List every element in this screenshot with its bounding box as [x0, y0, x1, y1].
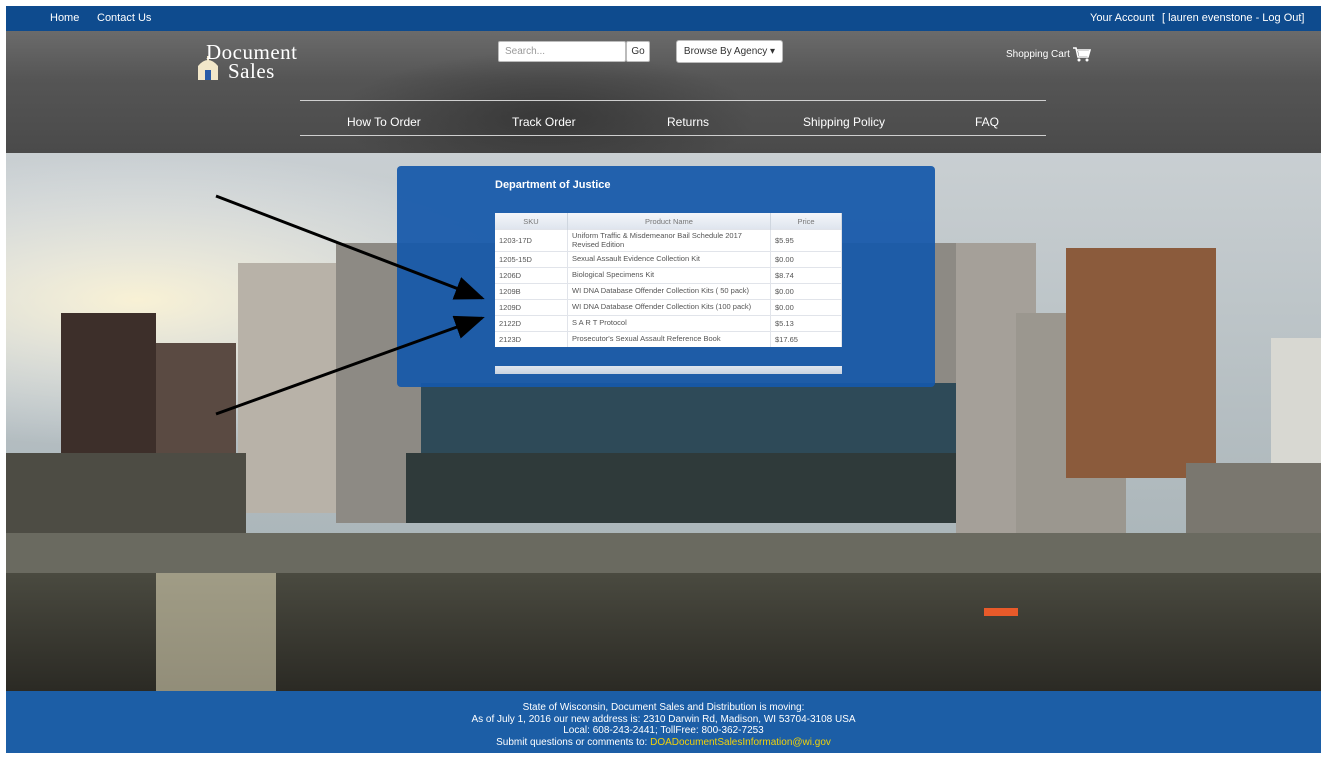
shopping-cart-link[interactable]: Shopping Cart: [1006, 47, 1091, 62]
site-header: Document Sales Search... Go Browse By Ag…: [6, 31, 1321, 161]
your-account-link[interactable]: Your Account: [1090, 12, 1154, 24]
product-name-link[interactable]: Uniform Traffic & Misdemeanor Bail Sched…: [567, 229, 771, 252]
footer-phone: Local: 608-243-2441; TollFree: 800-362-7…: [563, 725, 764, 736]
table-row[interactable]: 1209B WI DNA Database Offender Collectio…: [495, 283, 842, 300]
column-header-sku[interactable]: SKU: [495, 213, 568, 230]
footer-email-link[interactable]: DOADocumentSalesInformation@wi.gov: [650, 737, 831, 748]
search-input[interactable]: Search...: [498, 41, 626, 62]
nav-shipping-policy[interactable]: Shipping Policy: [803, 115, 885, 129]
product-name-link[interactable]: Biological Specimens Kit: [567, 267, 771, 284]
product-name-link[interactable]: WI DNA Database Offender Collection Kits…: [567, 283, 771, 300]
nav-how-to-order[interactable]: How To Order: [347, 115, 421, 129]
product-name-link[interactable]: WI DNA Database Offender Collection Kits…: [567, 299, 771, 316]
price-cell: $17.65: [770, 331, 842, 347]
department-panel: Department of Justice SKU Product Name P…: [397, 166, 935, 387]
contact-us-link[interactable]: Contact Us: [97, 12, 151, 24]
top-bar: Home Contact Us Your Account [ lauren ev…: [6, 6, 1321, 31]
shopping-cart-icon: [1072, 47, 1091, 62]
nav-returns[interactable]: Returns: [667, 115, 709, 129]
price-cell: $0.00: [770, 299, 842, 316]
product-name-link[interactable]: Prosecutor's Sexual Assault Reference Bo…: [567, 331, 771, 347]
table-row[interactable]: 1206D Biological Specimens Kit $8.74: [495, 267, 842, 284]
sku-cell: 1203-17D: [495, 229, 568, 252]
sku-cell: 2122D: [495, 315, 568, 332]
product-name-link[interactable]: S A R T Protocol: [567, 315, 771, 332]
page: Home Contact Us Your Account [ lauren ev…: [6, 6, 1321, 753]
nav-faq[interactable]: FAQ: [975, 115, 999, 129]
product-table: SKU Product Name Price 1203-17D Uniform …: [495, 213, 842, 347]
nav-top-divider: [300, 100, 1046, 101]
search-go-button[interactable]: Go: [626, 41, 650, 62]
logout-link[interactable]: [ lauren evenstone - Log Out]: [1162, 12, 1304, 24]
table-footer: [495, 366, 842, 374]
home-link[interactable]: Home: [50, 12, 79, 24]
footer-contact: Submit questions or comments to: DOADocu…: [6, 737, 1321, 749]
footer-address: As of July 1, 2016 our new address is: 2…: [471, 713, 856, 725]
sku-cell: 1205-15D: [495, 251, 568, 268]
sku-cell: 1209B: [495, 283, 568, 300]
department-title: Department of Justice: [495, 179, 611, 191]
price-cell: $0.00: [770, 251, 842, 268]
footer-contact-prefix: Submit questions or comments to:: [496, 736, 648, 748]
price-cell: $5.13: [770, 315, 842, 332]
sku-cell: 1206D: [495, 267, 568, 284]
site-footer: State of Wisconsin, Document Sales and D…: [6, 691, 1321, 753]
price-cell: $8.74: [770, 267, 842, 284]
table-row[interactable]: 1203-17D Uniform Traffic & Misdemeanor B…: [495, 229, 842, 252]
nav-bottom-divider: [300, 135, 1046, 136]
browse-by-agency-dropdown[interactable]: Browse By Agency ▾: [676, 40, 783, 63]
nav-track-order[interactable]: Track Order: [512, 115, 576, 129]
table-row[interactable]: 2123D Prosecutor's Sexual Assault Refere…: [495, 331, 842, 347]
column-header-product-name[interactable]: Product Name: [567, 213, 771, 230]
sku-cell: 1209D: [495, 299, 568, 316]
price-cell: $5.95: [770, 229, 842, 252]
product-name-link[interactable]: Sexual Assault Evidence Collection Kit: [567, 251, 771, 268]
shopping-cart-label: Shopping Cart: [1006, 49, 1070, 61]
footer-moving-notice: State of Wisconsin, Document Sales and D…: [522, 702, 805, 713]
header-background: [336, 51, 756, 161]
logo-line-2: Sales: [228, 59, 275, 83]
site-logo[interactable]: Document Sales: [196, 40, 326, 83]
table-row[interactable]: 1205-15D Sexual Assault Evidence Collect…: [495, 251, 842, 268]
table-row[interactable]: 2122D S A R T Protocol $5.13: [495, 315, 842, 332]
column-header-price[interactable]: Price: [770, 213, 842, 230]
sku-cell: 2123D: [495, 331, 568, 347]
price-cell: $0.00: [770, 283, 842, 300]
table-row[interactable]: 1209D WI DNA Database Offender Collectio…: [495, 299, 842, 316]
